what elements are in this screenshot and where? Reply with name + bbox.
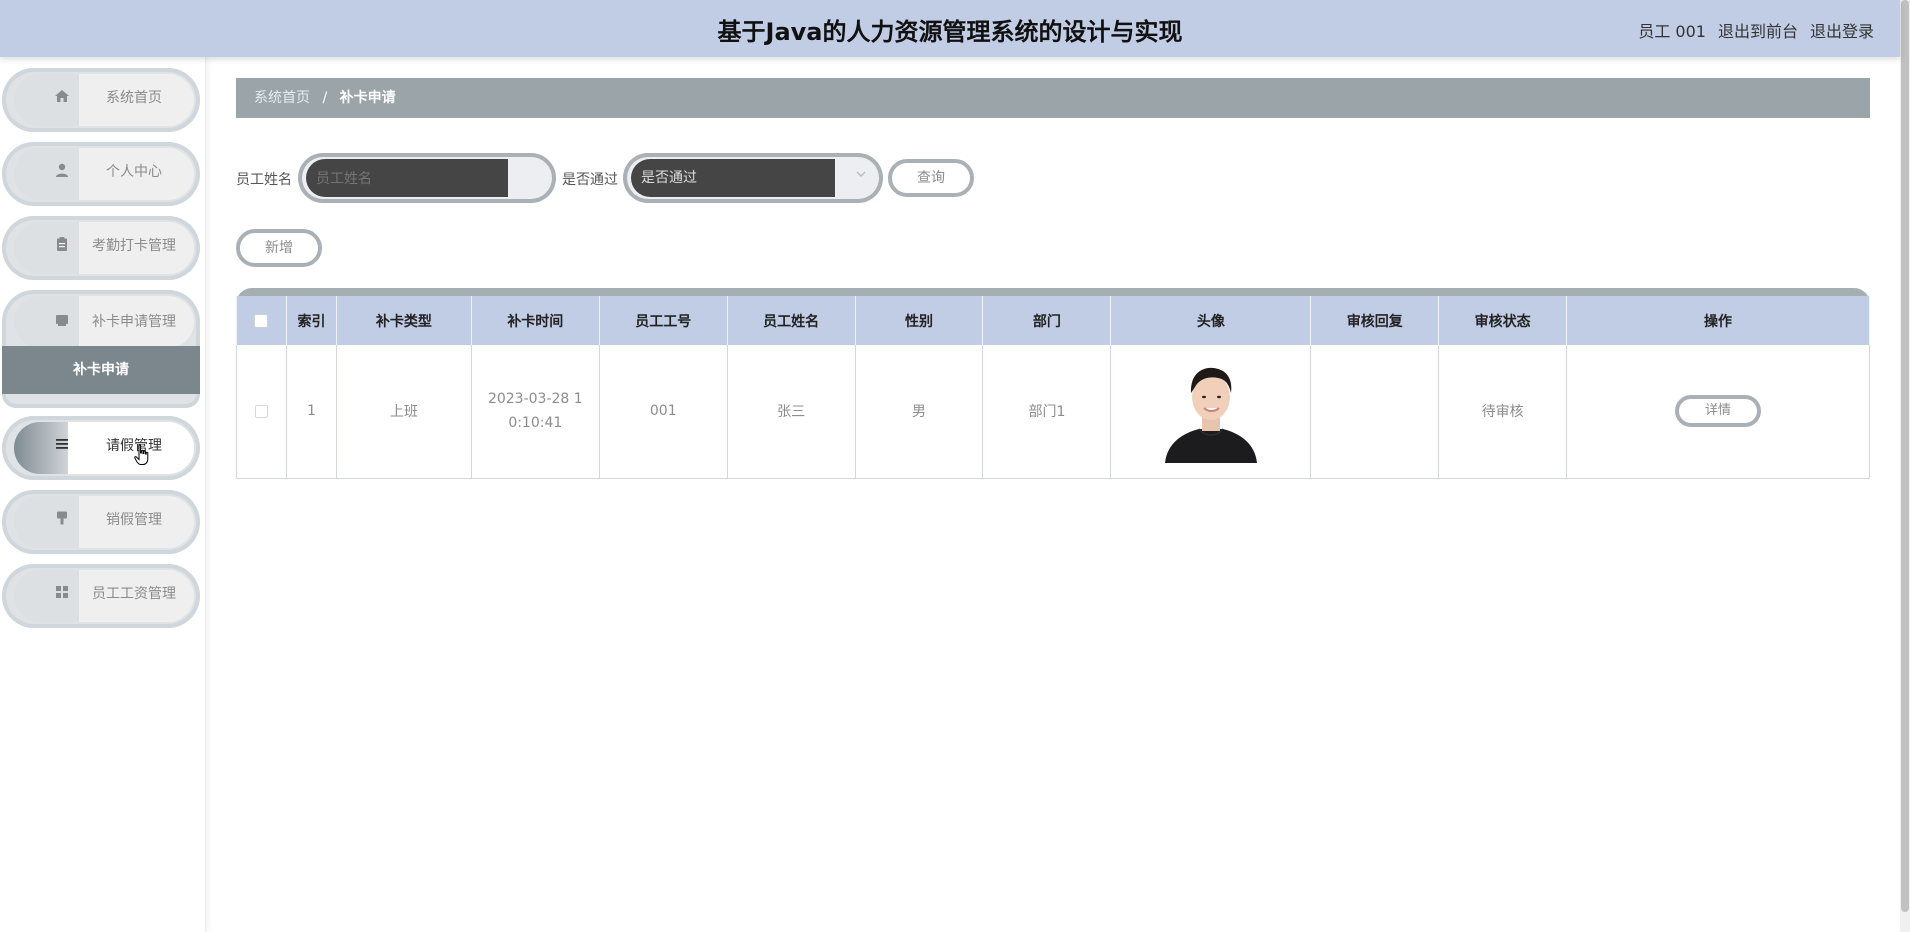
column-header: 部门	[982, 296, 1112, 345]
employee-name-search-input[interactable]	[306, 159, 508, 197]
column-header: 操作	[1566, 296, 1870, 345]
employee-name-search-wrap	[298, 153, 556, 203]
page-scrollbar[interactable]	[1900, 0, 1910, 932]
sidebar-item-cancel-leave[interactable]: 销假管理	[2, 490, 200, 554]
cell-actions: 详情	[1566, 345, 1870, 479]
column-header: 员工姓名	[726, 296, 856, 345]
employee-name-filter-label: 员工姓名	[236, 172, 292, 188]
cell-avatar	[1110, 345, 1312, 479]
cell-type: 上班	[335, 345, 472, 479]
app-title: 基于Java的人力资源管理系统的设计与实现	[717, 18, 1183, 46]
table-header-row: 索引 补卡类型 补卡时间 员工工号 员工姓名 性别 部门 头像 审核回复 审核状…	[236, 296, 1870, 345]
sidebar: 系统首页 个人中心 考勤打卡管理 补卡申请管理 补卡申请 请假管理 销假管理 员…	[0, 57, 206, 932]
cell-status: 待审核	[1438, 345, 1568, 479]
cell-dept: 部门1	[982, 345, 1112, 479]
row-select-cell	[236, 345, 287, 479]
select-all-checkbox[interactable]	[254, 313, 269, 328]
breadcrumb-home[interactable]: 系统首页	[254, 90, 310, 106]
sidebar-item-label: 考勤打卡管理	[92, 238, 176, 254]
card-request-table-wrap: 索引 补卡类型 补卡时间 员工工号 员工姓名 性别 部门 头像 审核回复 审核状…	[236, 288, 1870, 479]
sidebar-item-label: 补卡申请管理	[92, 314, 176, 330]
column-header: 审核回复	[1310, 296, 1440, 345]
column-header: 补卡时间	[470, 296, 600, 345]
hand-cursor-icon	[134, 444, 150, 466]
table-row: 1 上班 2023-03-28 10:10:41 001 张三 男 部门1 待审…	[236, 345, 1870, 479]
select-all-cell	[236, 296, 287, 345]
breadcrumb-current: 补卡申请	[339, 90, 396, 106]
column-header: 索引	[285, 296, 337, 345]
current-user-label: 员工 001	[1638, 22, 1706, 41]
row-checkbox[interactable]	[254, 404, 268, 418]
column-header: 头像	[1110, 296, 1312, 345]
sidebar-item-profile[interactable]: 个人中心	[2, 142, 200, 206]
query-button[interactable]: 查询	[888, 159, 974, 197]
cell-time: 2023-03-28 10:10:41	[470, 345, 600, 479]
cell-emp-name: 张三	[726, 345, 856, 479]
add-button[interactable]: 新增	[236, 229, 322, 267]
column-header: 性别	[854, 296, 984, 345]
pass-status-filter-label: 是否通过	[562, 172, 618, 188]
submenu-item-card-request[interactable]: 补卡申请	[2, 346, 200, 394]
avatar	[1162, 359, 1259, 464]
detail-button[interactable]: 详情	[1675, 395, 1762, 428]
sidebar-item-label: 系统首页	[106, 90, 162, 106]
breadcrumb-separator: /	[322, 90, 328, 106]
exit-to-front-link[interactable]: 退出到前台	[1718, 18, 1798, 42]
logout-link[interactable]: 退出登录	[1810, 18, 1874, 42]
column-header: 审核状态	[1438, 296, 1568, 345]
sidebar-item-label: 销假管理	[106, 512, 162, 528]
scrollbar-thumb[interactable]	[1901, 0, 1909, 912]
cell-reply	[1310, 345, 1440, 479]
sidebar-item-attendance[interactable]: 考勤打卡管理	[2, 216, 200, 280]
sidebar-group-card-request: 补卡申请管理 补卡申请	[2, 290, 200, 408]
column-header: 员工工号	[598, 296, 728, 345]
sidebar-item-label: 员工工资管理	[92, 586, 176, 602]
sidebar-item-leave[interactable]: 请假管理	[2, 416, 200, 480]
sidebar-item-home[interactable]: 系统首页	[2, 68, 200, 132]
user-area: 员工 001 退出到前台 退出登录	[1638, 18, 1874, 42]
chevron-down-icon	[855, 168, 867, 184]
cell-time-text: 2023-03-28 10:10:41	[487, 391, 583, 432]
card-request-table: 索引 补卡类型 补卡时间 员工工号 员工姓名 性别 部门 头像 审核回复 审核状…	[236, 296, 1870, 479]
pass-status-select[interactable]: 是否通过	[631, 159, 835, 197]
cell-index: 1	[285, 345, 337, 479]
cell-gender: 男	[854, 345, 984, 479]
pass-status-select-wrap[interactable]: 是否通过	[623, 153, 883, 203]
cell-emp-no: 001	[598, 345, 728, 479]
sidebar-item-salary[interactable]: 员工工资管理	[2, 564, 200, 628]
top-bar: 基于Java的人力资源管理系统的设计与实现 员工 001 退出到前台 退出登录	[0, 0, 1900, 57]
sidebar-item-label: 个人中心	[106, 164, 162, 180]
breadcrumb: 系统首页 / 补卡申请	[236, 78, 1870, 118]
column-header: 补卡类型	[335, 296, 472, 345]
